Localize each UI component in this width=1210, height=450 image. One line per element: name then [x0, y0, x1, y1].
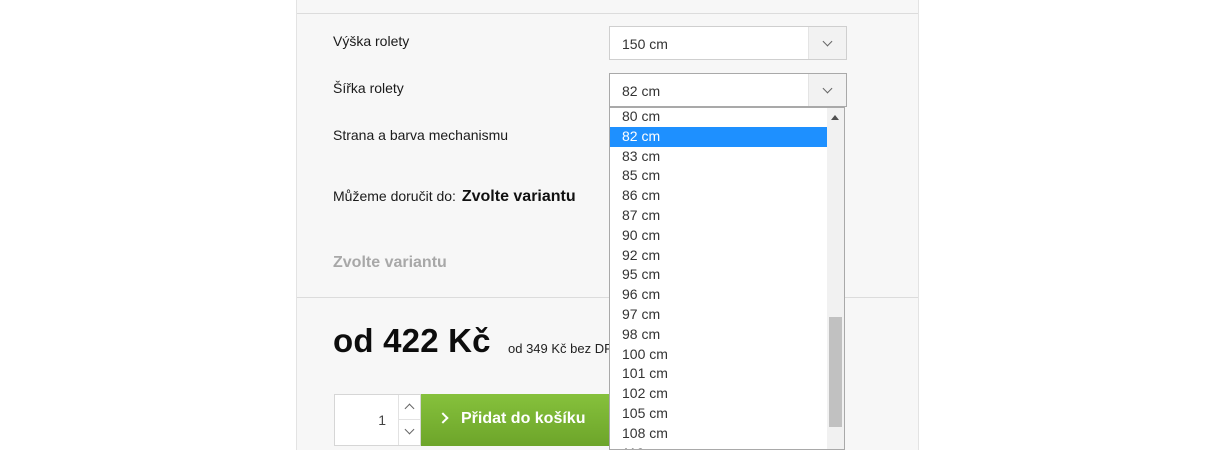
variant-message: Zvolte variantu: [333, 254, 447, 271]
dropdown-option[interactable]: 83 cm: [610, 147, 827, 167]
chevron-up-icon[interactable]: [398, 395, 420, 420]
chevron-down-icon: [808, 27, 846, 59]
width-label: Šířka rolety: [333, 80, 404, 96]
height-select[interactable]: 150 cm: [609, 26, 847, 60]
add-to-cart-button[interactable]: Přidat do košíku: [421, 394, 611, 446]
add-to-cart-label: Přidat do košíku: [461, 410, 586, 427]
dropdown-options: 80 cm 82 cm 83 cm 85 cm 86 cm 87 cm 90 cm 92 cm…: [610, 108, 827, 449]
dropdown-option[interactable]: 95 cm: [610, 265, 827, 285]
quantity-stepper[interactable]: 1: [334, 394, 421, 446]
dropdown-option[interactable]: 100 cm: [610, 345, 827, 365]
dropdown-option[interactable]: 80 cm: [610, 108, 827, 127]
width-dropdown-list[interactable]: 80 cm 82 cm 83 cm 85 cm 86 cm 87 cm 90 cm 92 cm…: [609, 107, 845, 450]
dropdown-option[interactable]: 90 cm: [610, 226, 827, 246]
price-without-vat: od 349 Kč bez DPH: [508, 341, 623, 356]
width-select[interactable]: 82 cm: [609, 73, 847, 107]
chevron-down-icon: [808, 74, 846, 106]
height-select-value: 150 cm: [622, 36, 668, 52]
dropdown-option[interactable]: 105 cm: [610, 404, 827, 424]
height-label: Výška rolety: [333, 33, 410, 49]
chevron-right-icon: [437, 412, 449, 424]
quantity-value[interactable]: 1: [378, 412, 386, 428]
top-divider: [297, 13, 918, 14]
width-select-value: 82 cm: [622, 83, 661, 99]
delivery-info: Můžeme doručit do: Zvolte variantu: [333, 188, 576, 206]
mechanism-label: Strana a barva mechanismu: [333, 127, 509, 143]
dropdown-option[interactable]: 102 cm: [610, 384, 827, 404]
chevron-down-icon[interactable]: [398, 420, 420, 445]
dropdown-option[interactable]: 98 cm: [610, 325, 827, 345]
dropdown-option[interactable]: 110 cm: [610, 444, 827, 449]
scroll-up-arrow-icon[interactable]: [831, 115, 839, 120]
price-main: od 422 Kč: [333, 322, 491, 359]
dropdown-option[interactable]: 108 cm: [610, 424, 827, 444]
dropdown-option[interactable]: 97 cm: [610, 305, 827, 325]
dropdown-option[interactable]: 87 cm: [610, 206, 827, 226]
dropdown-option[interactable]: 82 cm: [610, 126, 827, 147]
dropdown-scrollbar[interactable]: [827, 108, 844, 449]
dropdown-option[interactable]: 92 cm: [610, 246, 827, 266]
dropdown-option[interactable]: 96 cm: [610, 285, 827, 305]
scrollbar-thumb[interactable]: [829, 317, 842, 427]
delivery-value: Zvolte variantu: [461, 188, 576, 205]
dropdown-option[interactable]: 101 cm: [610, 364, 827, 384]
delivery-prefix: Můžeme doručit do:: [333, 188, 456, 204]
dropdown-option[interactable]: 86 cm: [610, 186, 827, 206]
dropdown-option[interactable]: 85 cm: [610, 166, 827, 186]
